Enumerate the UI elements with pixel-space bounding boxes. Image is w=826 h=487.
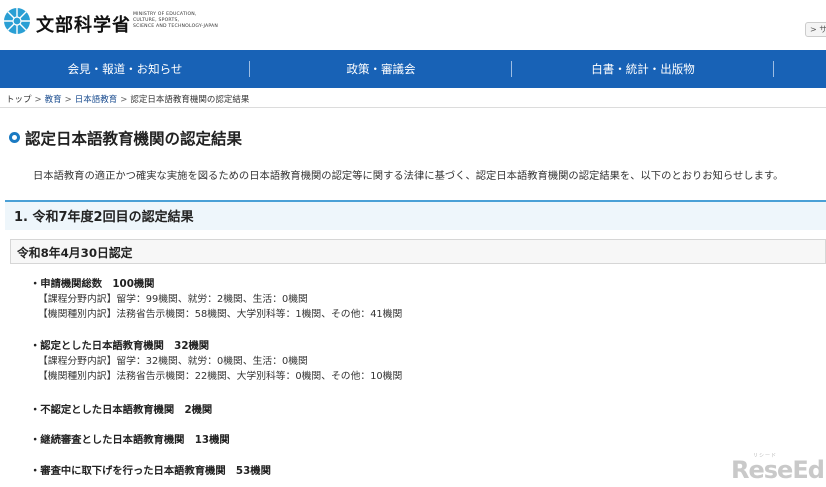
nav-item-more[interactable] bbox=[774, 50, 826, 88]
breadcrumb-current: 認定日本語教育機関の認定結果 bbox=[130, 95, 250, 105]
result-item-applications: ・申請機関総数 100機関 bbox=[30, 278, 155, 290]
intro-text: 日本語教育の適正かつ確実な実施を図るための日本語教育機関の認定等に関する法律に基… bbox=[33, 170, 784, 182]
breadcrumb-education[interactable]: 教育 bbox=[45, 95, 62, 105]
logo-english-line: SCIENCE AND TECHNOLOGY-JAPAN bbox=[133, 24, 218, 29]
result-detail-line: 【課程分野内訳】留学：99機関、就労：2機関、生活：0機関 bbox=[38, 294, 308, 305]
nav-item-policy[interactable]: 政策・審議会 bbox=[250, 50, 512, 88]
header-side-button[interactable]: > サ bbox=[805, 22, 826, 37]
result-detail-line: 【機関種別内訳】法務省告示機関：22機関、大学別科等：0機関、その他：10機関 bbox=[38, 371, 403, 382]
title-bullet-icon bbox=[9, 132, 20, 143]
nav-item-label: 会見・報道・お知らせ bbox=[67, 62, 183, 76]
breadcrumb-separator: > bbox=[34, 95, 42, 105]
result-item-withdrawn: ・審査中に取下げを行った日本語教育機関 53機関 bbox=[30, 465, 271, 477]
watermark-logo: リシード ReseEd bbox=[731, 452, 825, 486]
breadcrumb-top[interactable]: トップ bbox=[6, 95, 32, 105]
breadcrumb-japanese-education[interactable]: 日本語教育 bbox=[75, 95, 118, 105]
logo-english-name: MINISTRY OF EDUCATION, CULTURE, SPORTS, … bbox=[133, 12, 243, 30]
result-detail-line: 【機関種別内訳】法務省告示機関：58機関、大学別科等：1機関、その他：41機関 bbox=[38, 309, 403, 320]
breadcrumb-separator: > bbox=[64, 95, 72, 105]
page-title: 認定日本語教育機関の認定結果 bbox=[25, 130, 243, 148]
result-item-rejected: ・不認定とした日本語教育機関 2機関 bbox=[30, 404, 213, 416]
nav-item-label: 白書・統計・出版物 bbox=[591, 62, 695, 76]
watermark-text: ReseEd bbox=[731, 456, 825, 484]
nav-item-publications[interactable]: 白書・統計・出版物 bbox=[512, 50, 774, 88]
section-title: 1. 令和7年度2回目の認定結果 bbox=[14, 210, 194, 225]
result-detail-line: 【課程分野内訳】留学：32機関、就労：0機関、生活：0機関 bbox=[38, 356, 308, 367]
nav-item-press[interactable]: 会見・報道・お知らせ bbox=[0, 50, 250, 88]
logo-name[interactable]: 文部科学省 bbox=[36, 11, 131, 37]
site-header: 文部科学省 MINISTRY OF EDUCATION, CULTURE, SP… bbox=[0, 0, 826, 50]
breadcrumb-divider bbox=[0, 107, 826, 108]
subsection-title: 令和8年4月30日認定 bbox=[17, 246, 133, 260]
global-nav: 会見・報道・お知らせ 政策・審議会 白書・統計・出版物 bbox=[0, 50, 826, 88]
breadcrumb-separator: > bbox=[120, 95, 128, 105]
mext-emblem-icon[interactable] bbox=[3, 7, 31, 35]
nav-item-label: 政策・審議会 bbox=[346, 62, 416, 76]
result-item-continued: ・継続審査とした日本語教育機関 13機関 bbox=[30, 434, 230, 446]
result-item-approved: ・認定とした日本語教育機関 32機関 bbox=[30, 340, 210, 352]
breadcrumb: トップ > 教育 > 日本語教育 > 認定日本語教育機関の認定結果 bbox=[6, 93, 249, 105]
